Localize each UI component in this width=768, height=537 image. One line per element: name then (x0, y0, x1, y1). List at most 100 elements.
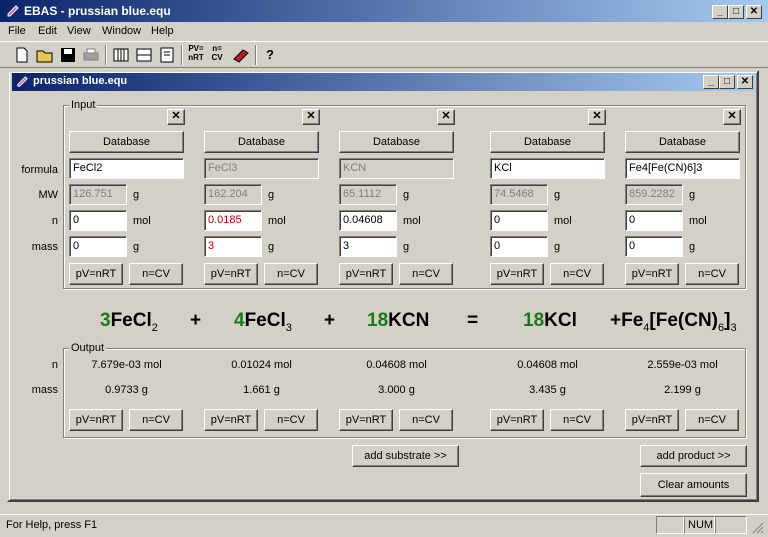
moles-unit: mol (689, 215, 707, 227)
output-pv-nrt-button[interactable]: pV=nRT (69, 409, 123, 431)
equation-term: +Fe4[Fe(CN)6]3 (610, 310, 737, 334)
doc-minimize-button[interactable]: _ (703, 75, 719, 89)
n-cv-button[interactable]: n=CV (264, 263, 318, 285)
formula-text: KCN (388, 310, 430, 331)
mass-field[interactable]: 0 (490, 236, 548, 257)
status-pane-num: NUM (684, 516, 715, 534)
print-icon[interactable] (80, 44, 102, 66)
output-mass: 2.199 g (664, 384, 701, 396)
document-icon (17, 76, 28, 87)
coefficient: 4 (234, 310, 245, 331)
moles-field[interactable]: 0.0185 (204, 210, 262, 231)
database-button[interactable]: Database (69, 131, 184, 153)
output-n-row-label: n (51, 359, 58, 371)
formula-field[interactable]: Fe4[Fe(CN)6]3 (625, 158, 740, 179)
mw-unit: g (403, 189, 410, 201)
output-pv-nrt-button[interactable]: pV=nRT (339, 409, 393, 431)
formula-text: FeCl (110, 310, 152, 331)
add-substrate-button[interactable]: add substrate >> (352, 445, 459, 467)
coefficient: 18 (367, 310, 389, 331)
output-moles: 2.559e-03 mol (647, 359, 718, 371)
moles-field[interactable]: 0.04608 (339, 210, 397, 231)
menu-edit[interactable]: Edit (38, 25, 57, 37)
mass-field[interactable]: 3 (204, 236, 262, 257)
help-icon[interactable]: ? (259, 44, 281, 66)
output-n-cv-button[interactable]: n=CV (685, 409, 739, 431)
maximize-button[interactable]: □ (728, 5, 744, 19)
add-product-button[interactable]: add product >> (640, 445, 747, 467)
input-group-label: Input (69, 99, 98, 111)
menu-help[interactable]: Help (151, 25, 174, 37)
database-button[interactable]: Database (204, 131, 319, 153)
output-mass: 0.9733 g (105, 384, 148, 396)
save-icon[interactable] (57, 44, 79, 66)
formula-field[interactable]: FeCl2 (69, 158, 184, 179)
mass-unit: g (689, 241, 696, 253)
columns-view-icon[interactable] (110, 44, 132, 66)
open-folder-icon[interactable] (34, 44, 56, 66)
output-n-cv-button[interactable]: n=CV (399, 409, 453, 431)
pv-nrt-button[interactable]: pV=nRT (339, 263, 393, 285)
mw-unit: g (133, 189, 140, 201)
subscript: 3 (285, 322, 292, 334)
database-button[interactable]: Database (625, 131, 740, 153)
remove-substance-button[interactable]: ✕ (588, 109, 606, 125)
menu-view[interactable]: View (67, 25, 91, 37)
output-mass: 1.661 g (243, 384, 280, 396)
book-icon[interactable] (230, 44, 252, 66)
mw-unit: g (554, 189, 561, 201)
single-view-icon[interactable] (156, 44, 178, 66)
output-n-cv-button[interactable]: n=CV (129, 409, 183, 431)
n-cv-button[interactable]: n=CV (399, 263, 453, 285)
database-button[interactable]: Database (339, 131, 454, 153)
output-pv-nrt-button[interactable]: pV=nRT (625, 409, 679, 431)
pv-nrt-button[interactable]: pV=nRT (69, 263, 123, 285)
remove-substance-button[interactable]: ✕ (723, 109, 741, 125)
menu-file[interactable]: File (8, 25, 26, 37)
coefficient: 18 (523, 310, 545, 331)
rows-view-icon[interactable] (133, 44, 155, 66)
pv-nrt-button[interactable]: pV=nRT (625, 263, 679, 285)
doc-close-button[interactable]: ✕ (737, 75, 753, 89)
database-button[interactable]: Database (490, 131, 605, 153)
pv-nrt-button[interactable]: pV=nRT (204, 263, 258, 285)
menu-window[interactable]: Window (102, 25, 141, 37)
output-pv-nrt-button[interactable]: pV=nRT (490, 409, 544, 431)
moles-unit: mol (268, 215, 286, 227)
remove-substance-button[interactable]: ✕ (167, 109, 185, 125)
close-button[interactable]: ✕ (746, 5, 762, 19)
doc-maximize-button[interactable]: □ (719, 75, 735, 89)
mass-field[interactable]: 3 (339, 236, 397, 257)
subscript: 2 (151, 322, 158, 334)
plus-sign: + (190, 310, 202, 331)
formula-field[interactable]: KCl (490, 158, 605, 179)
mw-unit: g (268, 189, 275, 201)
moles-field[interactable]: 0 (490, 210, 548, 231)
mass-field[interactable]: 0 (625, 236, 683, 257)
status-bar (0, 514, 768, 537)
pv-nrt-tool-button[interactable]: PV= nRT (186, 44, 206, 66)
moles-field[interactable]: 0 (625, 210, 683, 231)
remove-substance-button[interactable]: ✕ (437, 109, 455, 125)
moles-field[interactable]: 0 (69, 210, 127, 231)
equation-term: 4FeCl3 (234, 310, 292, 334)
formula-field: FeCl3 (204, 158, 319, 179)
formula-text: KCl (544, 310, 577, 331)
output-n-cv-button[interactable]: n=CV (264, 409, 318, 431)
output-n-cv-button[interactable]: n=CV (550, 409, 604, 431)
n-cv-tool-button[interactable]: n= CV (208, 44, 226, 66)
n-cv-button[interactable]: n=CV (550, 263, 604, 285)
resize-grip-icon[interactable] (752, 522, 764, 534)
coefficient: 3 (100, 310, 111, 331)
minimize-button[interactable]: _ (712, 5, 728, 19)
pv-nrt-button[interactable]: pV=nRT (490, 263, 544, 285)
output-group-label: Output (69, 342, 107, 354)
new-file-icon[interactable] (11, 44, 33, 66)
n-cv-button[interactable]: n=CV (685, 263, 739, 285)
n-cv-button[interactable]: n=CV (129, 263, 183, 285)
mass-field[interactable]: 0 (69, 236, 127, 257)
output-pv-nrt-button[interactable]: pV=nRT (204, 409, 258, 431)
output-moles: 0.04608 mol (366, 359, 427, 371)
remove-substance-button[interactable]: ✕ (302, 109, 320, 125)
clear-amounts-button[interactable]: Clear amounts (640, 473, 747, 497)
